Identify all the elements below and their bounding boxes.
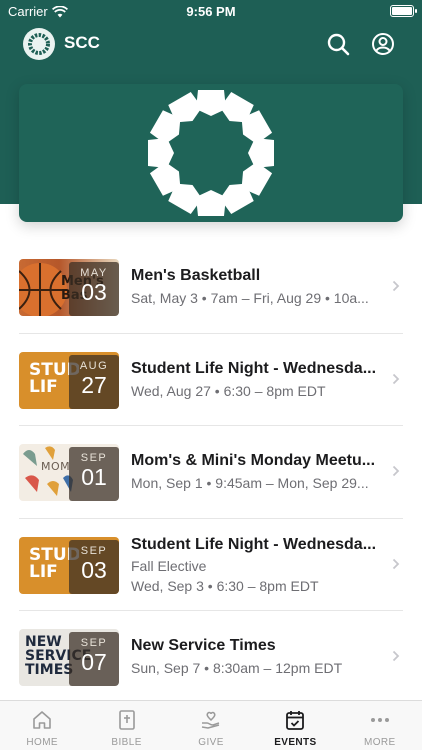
nav-bar: SCC <box>0 24 422 64</box>
date-badge: SEP 07 <box>69 632 119 686</box>
scc-ring-logo-icon <box>148 90 274 216</box>
event-datetime: Mon, Sep 1 • 9:45am – Mon, Sep 29... <box>131 475 369 491</box>
profile-icon[interactable] <box>371 32 395 56</box>
app-name: SCC <box>64 33 100 52</box>
app-logo[interactable] <box>23 28 55 60</box>
thumbnail-text: MOM <box>41 460 71 473</box>
date-badge: MAY 03 <box>69 262 119 316</box>
event-datetime: Wed, Sep 3 • 6:30 – 8pm EDT <box>131 577 319 594</box>
search-icon[interactable] <box>326 32 350 56</box>
events-icon <box>286 711 305 730</box>
event-title: Men's Basketball <box>131 267 261 284</box>
date-badge-day: 03 <box>81 279 107 305</box>
tab-label: BIBLE <box>111 737 142 748</box>
chevron-right-icon <box>392 280 400 292</box>
event-row[interactable]: STUDEN LIF AUG 27 Student Life Night - W… <box>0 332 422 426</box>
tab-give[interactable]: GIVE <box>169 701 253 750</box>
give-icon <box>201 711 220 729</box>
event-title: Mom's & Mini's Monday Meetu... <box>131 452 376 469</box>
event-thumbnail: STUDEN LIF AUG 27 <box>19 351 119 409</box>
tab-home[interactable]: HOME <box>0 701 84 750</box>
event-thumbnail: MOM SEP 01 <box>19 444 119 501</box>
event-row[interactable]: MOM SEP 01 Mom's & Mini's Monday Meetu..… <box>0 425 422 518</box>
event-datetime: Sun, Sep 7 • 8:30am – 12pm EDT <box>131 660 343 676</box>
date-badge-day: 27 <box>81 371 107 398</box>
status-time: 9:56 PM <box>186 4 236 19</box>
date-badge: SEP 03 <box>69 539 119 594</box>
hero-banner[interactable] <box>19 84 403 222</box>
bible-icon <box>118 710 135 730</box>
event-thumbnail: STUDEN LIF SEP 03 <box>19 536 119 594</box>
battery-icon <box>390 5 417 17</box>
event-title: Student Life Night - Wednesda... <box>131 535 377 553</box>
date-badge-month: SEP <box>80 637 108 649</box>
event-datetime: Sat, May 3 • 7am – Fri, Aug 29 • 10a... <box>131 290 369 306</box>
event-thumbnail: NEW SERVICE TIMES SEP 07 <box>19 629 119 686</box>
event-row[interactable]: NEW SERVICE TIMES SEP 07 New Service Tim… <box>0 610 422 703</box>
chevron-right-icon <box>392 650 400 662</box>
date-badge: AUG 27 <box>69 354 119 409</box>
tab-more[interactable]: MORE <box>338 701 422 750</box>
event-datetime: Wed, Aug 27 • 6:30 – 8pm EDT <box>131 382 326 399</box>
status-bar: Carrier 9:56 PM <box>0 0 422 24</box>
event-title: Student Life Night - Wednesda... <box>131 359 377 377</box>
tab-label: HOME <box>26 737 58 748</box>
more-icon <box>370 718 389 722</box>
scc-logo-icon <box>28 33 50 55</box>
chevron-right-icon <box>392 465 400 477</box>
event-row[interactable]: Men's Bas MAY 03 Men's Basketball Sat, M… <box>0 240 422 333</box>
date-badge-day: 07 <box>81 649 107 675</box>
chevron-right-icon <box>392 373 400 384</box>
event-thumbnail: Men's Bas MAY 03 <box>19 259 119 316</box>
date-badge: SEP 01 <box>69 447 119 501</box>
tab-label: MORE <box>364 737 396 748</box>
tab-bar: HOME BIBLE GIVE EVENTS MORE <box>0 700 422 750</box>
chevron-right-icon <box>392 558 400 569</box>
date-badge-month: MAY <box>80 267 108 279</box>
event-title: New Service Times <box>131 637 276 654</box>
tab-label: GIVE <box>198 737 224 748</box>
tab-bible[interactable]: BIBLE <box>84 701 168 750</box>
date-badge-month: SEP <box>80 544 108 557</box>
date-badge-month: SEP <box>80 452 108 464</box>
event-subtitle: Fall Elective <box>131 557 207 574</box>
home-icon <box>33 711 52 729</box>
tab-events[interactable]: EVENTS <box>253 701 337 750</box>
tab-label: EVENTS <box>274 737 317 748</box>
events-list: Men's Bas MAY 03 Men's Basketball Sat, M… <box>0 240 422 703</box>
date-badge-day: 03 <box>81 556 107 583</box>
event-row[interactable]: STUDEN LIF SEP 03 Student Life Night - W… <box>0 517 422 611</box>
date-badge-day: 01 <box>81 464 107 490</box>
date-badge-month: AUG <box>79 359 109 372</box>
